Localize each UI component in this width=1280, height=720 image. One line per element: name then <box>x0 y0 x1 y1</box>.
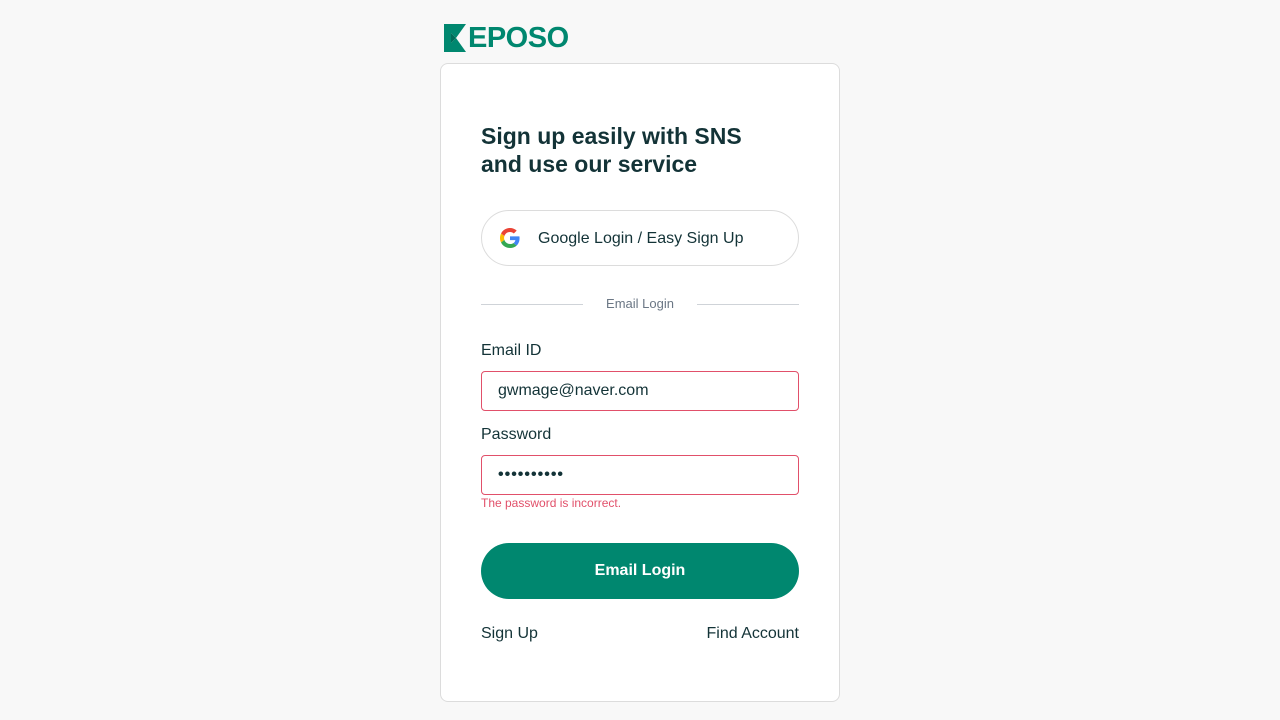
logo-mark-icon <box>444 24 466 52</box>
password-label: Password <box>481 426 552 443</box>
email-login-divider: Email Login <box>481 295 799 315</box>
sign-up-link[interactable]: Sign Up <box>481 624 538 644</box>
title-line-2: and use our service <box>481 151 698 177</box>
title-line-1: Sign up easily with SNS <box>481 123 742 149</box>
brand-name: EPOSO <box>468 22 569 54</box>
page-title: Sign up easily with SNS and use our serv… <box>481 122 801 178</box>
find-account-link[interactable]: Find Account <box>707 624 800 644</box>
login-card: Sign up easily with SNS and use our serv… <box>440 63 840 702</box>
email-label: Email ID <box>481 342 542 359</box>
email-login-button[interactable]: Email Login <box>481 543 799 599</box>
password-field[interactable]: •••••••••• <box>481 455 799 495</box>
divider-line-right <box>697 304 799 305</box>
password-error-message: The password is incorrect. <box>481 496 622 510</box>
google-icon <box>500 228 520 248</box>
brand-logo[interactable]: EPOSO <box>444 22 569 54</box>
google-login-button[interactable]: Google Login / Easy Sign Up <box>481 210 799 266</box>
email-field[interactable]: gwmage@naver.com <box>481 371 799 411</box>
google-login-label: Google Login / Easy Sign Up <box>538 230 744 247</box>
